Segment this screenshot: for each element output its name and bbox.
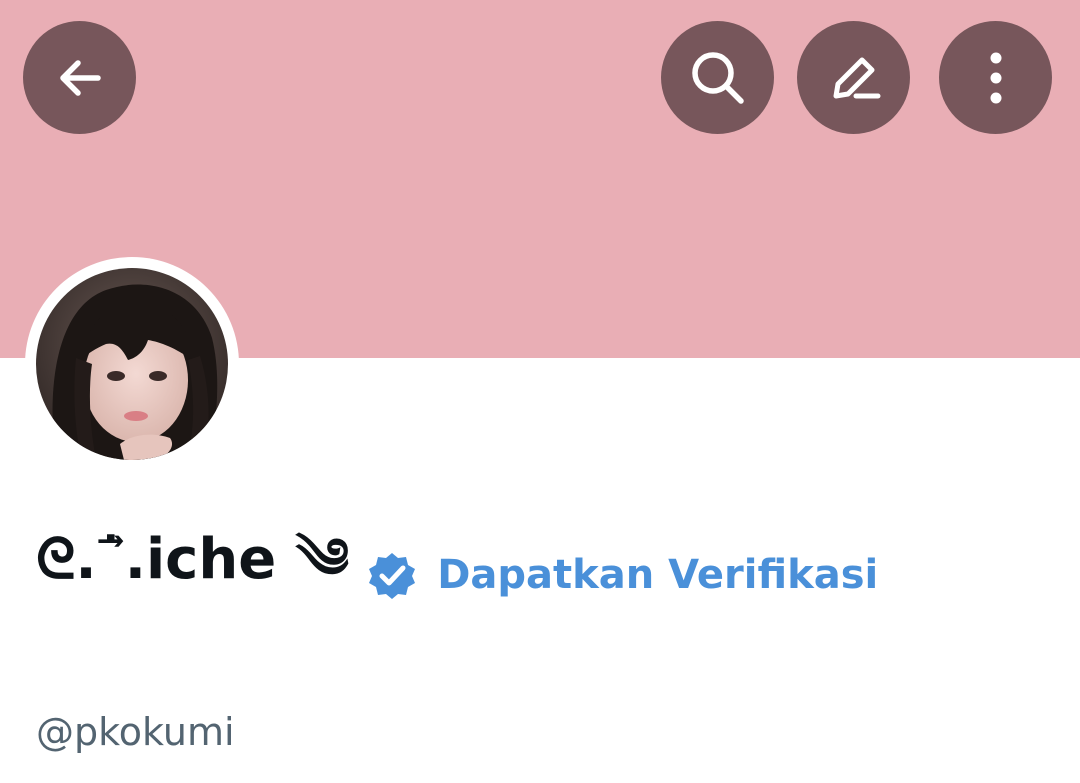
pencil-icon — [833, 57, 880, 98]
profile-page: ᘓ.˙⃗.iche ༄ Dapatkan Verifikasi @pkokumi — [0, 0, 1080, 783]
more-options-button[interactable] — [939, 21, 1052, 134]
arrow-left-icon — [59, 59, 101, 96]
display-name: ᘓ.˙⃗.iche ༄ — [36, 527, 350, 592]
display-name-row: ᘓ.˙⃗.iche ༄ Dapatkan Verifikasi — [36, 527, 878, 610]
edit-button[interactable] — [797, 21, 910, 134]
avatar-image — [36, 268, 228, 460]
more-vertical-icon — [990, 52, 1001, 103]
avatar[interactable] — [36, 268, 228, 460]
profile-handle: @pkokumi — [36, 710, 235, 754]
get-verified-link[interactable]: Dapatkan Verifikasi — [437, 552, 878, 598]
back-button[interactable] — [23, 21, 136, 134]
search-button[interactable] — [661, 21, 774, 134]
verified-badge-icon — [369, 553, 416, 599]
search-icon — [691, 51, 744, 104]
